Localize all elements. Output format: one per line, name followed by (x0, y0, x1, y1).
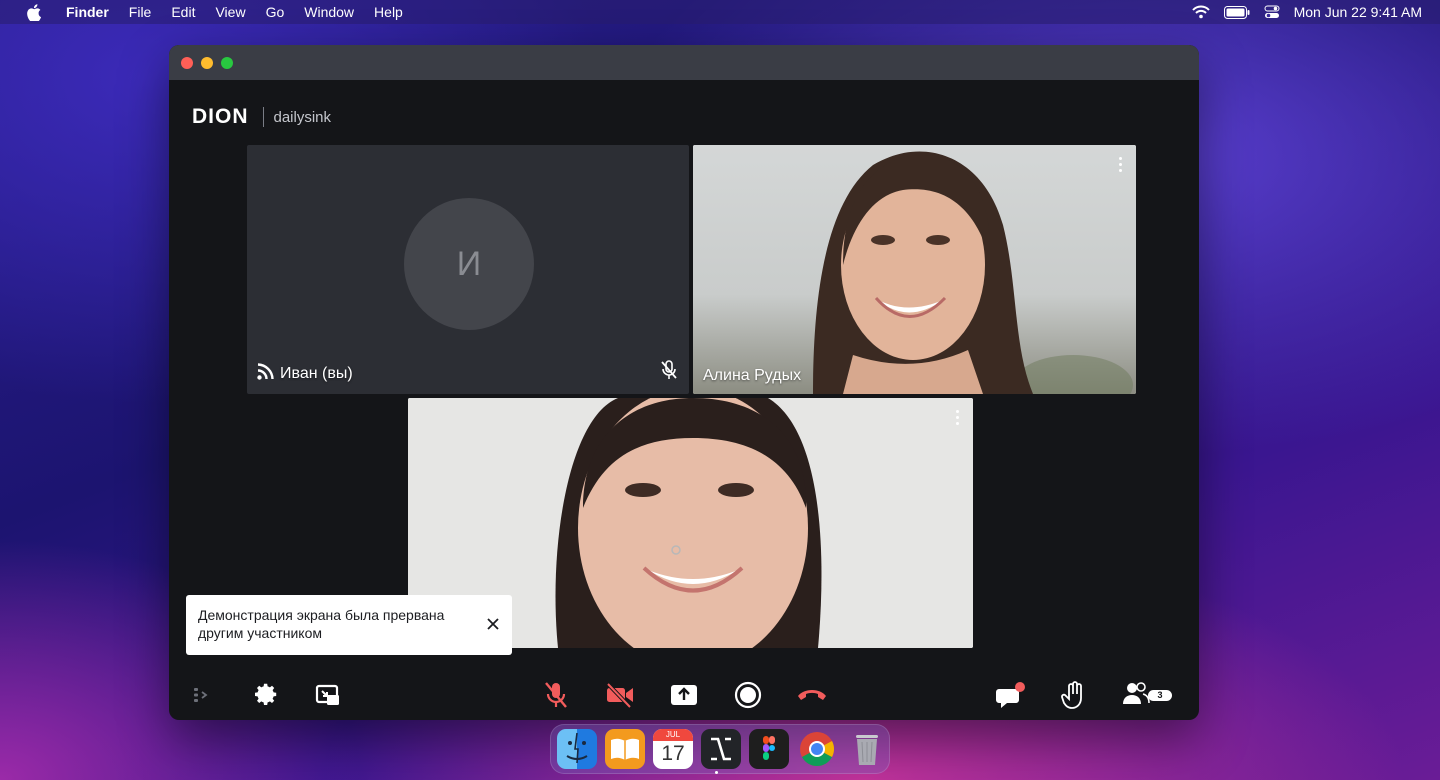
control-center-icon[interactable] (1264, 5, 1280, 19)
close-icon[interactable] (486, 617, 500, 631)
menu-go[interactable]: Go (266, 4, 285, 20)
zoom-window-button[interactable] (221, 56, 233, 69)
dock: JUL 17 (550, 724, 890, 774)
menu-view[interactable]: View (215, 4, 245, 20)
call-toolbar: 3 (169, 670, 1199, 720)
wifi-icon[interactable] (1191, 5, 1210, 19)
finder-icon[interactable] (557, 729, 597, 769)
menu-clock[interactable]: Mon Jun 22 9:41 AM (1294, 4, 1422, 20)
minimize-window-button[interactable] (201, 56, 213, 69)
chrome-icon[interactable] (797, 729, 837, 769)
notification-toast: Демонстрация экрана была прервана другим… (186, 595, 512, 655)
mic-muted-icon (660, 360, 678, 385)
participant-label: Иван (вы) (257, 363, 353, 385)
menu-window[interactable]: Window (304, 4, 354, 20)
battery-icon[interactable] (1223, 5, 1250, 19)
share-screen-icon[interactable] (666, 678, 702, 712)
brand-divider (262, 107, 264, 127)
kebab-icon[interactable] (956, 410, 959, 425)
mic-off-icon[interactable] (538, 678, 574, 712)
raise-hand-icon[interactable] (1056, 678, 1092, 712)
calendar-month: JUL (653, 729, 693, 741)
avatar: И (404, 198, 534, 330)
calendar-icon[interactable]: JUL 17 (653, 729, 693, 769)
participants-icon (1122, 680, 1150, 711)
menu-file[interactable]: File (129, 4, 152, 20)
app-window: DION dailysink И Иван (вы) Алина Рудых Д… (169, 45, 1199, 720)
title-bar (169, 45, 1199, 80)
app-logo: DION (192, 105, 249, 128)
participant-video (693, 145, 1136, 394)
menu-help[interactable]: Help (374, 4, 403, 20)
participants-count-badge: 3 (1148, 690, 1172, 701)
toast-message: Демонстрация экрана была прервана другим… (198, 607, 445, 641)
close-window-button[interactable] (181, 56, 193, 69)
participant-tile-video[interactable]: Алина Рудых (693, 145, 1136, 394)
app-icon[interactable] (701, 729, 741, 769)
menu-bar: Finder File Edit View Go Window Help Mon… (0, 0, 1440, 24)
trash-icon[interactable] (847, 729, 887, 769)
books-icon[interactable] (605, 729, 645, 769)
room-name: dailysink (273, 108, 332, 126)
picture-in-picture-icon[interactable] (310, 678, 346, 712)
running-indicator (715, 771, 718, 774)
apple-icon[interactable] (24, 2, 44, 22)
menu-edit[interactable]: Edit (171, 4, 195, 20)
figma-icon[interactable] (749, 729, 789, 769)
settings-icon[interactable] (247, 678, 283, 712)
speaking-icon (257, 363, 274, 385)
camera-off-icon[interactable] (602, 678, 638, 712)
kebab-icon[interactable] (1119, 157, 1122, 172)
participant-label: Алина Рудых (703, 367, 801, 385)
participant-name: Алина Рудых (703, 367, 802, 384)
side-panel-icon[interactable] (183, 678, 219, 712)
menu-app-name[interactable]: Finder (66, 4, 109, 20)
calendar-day: 17 (661, 742, 685, 765)
chat-icon[interactable] (993, 678, 1029, 712)
hang-up-icon[interactable] (794, 678, 830, 712)
record-icon[interactable] (730, 678, 766, 712)
participant-name: Иван (вы) (280, 365, 353, 382)
brand-header: DION dailysink (192, 105, 331, 129)
participants-button[interactable]: 3 (1122, 678, 1182, 712)
participant-tile-self[interactable]: И Иван (вы) (247, 145, 689, 394)
